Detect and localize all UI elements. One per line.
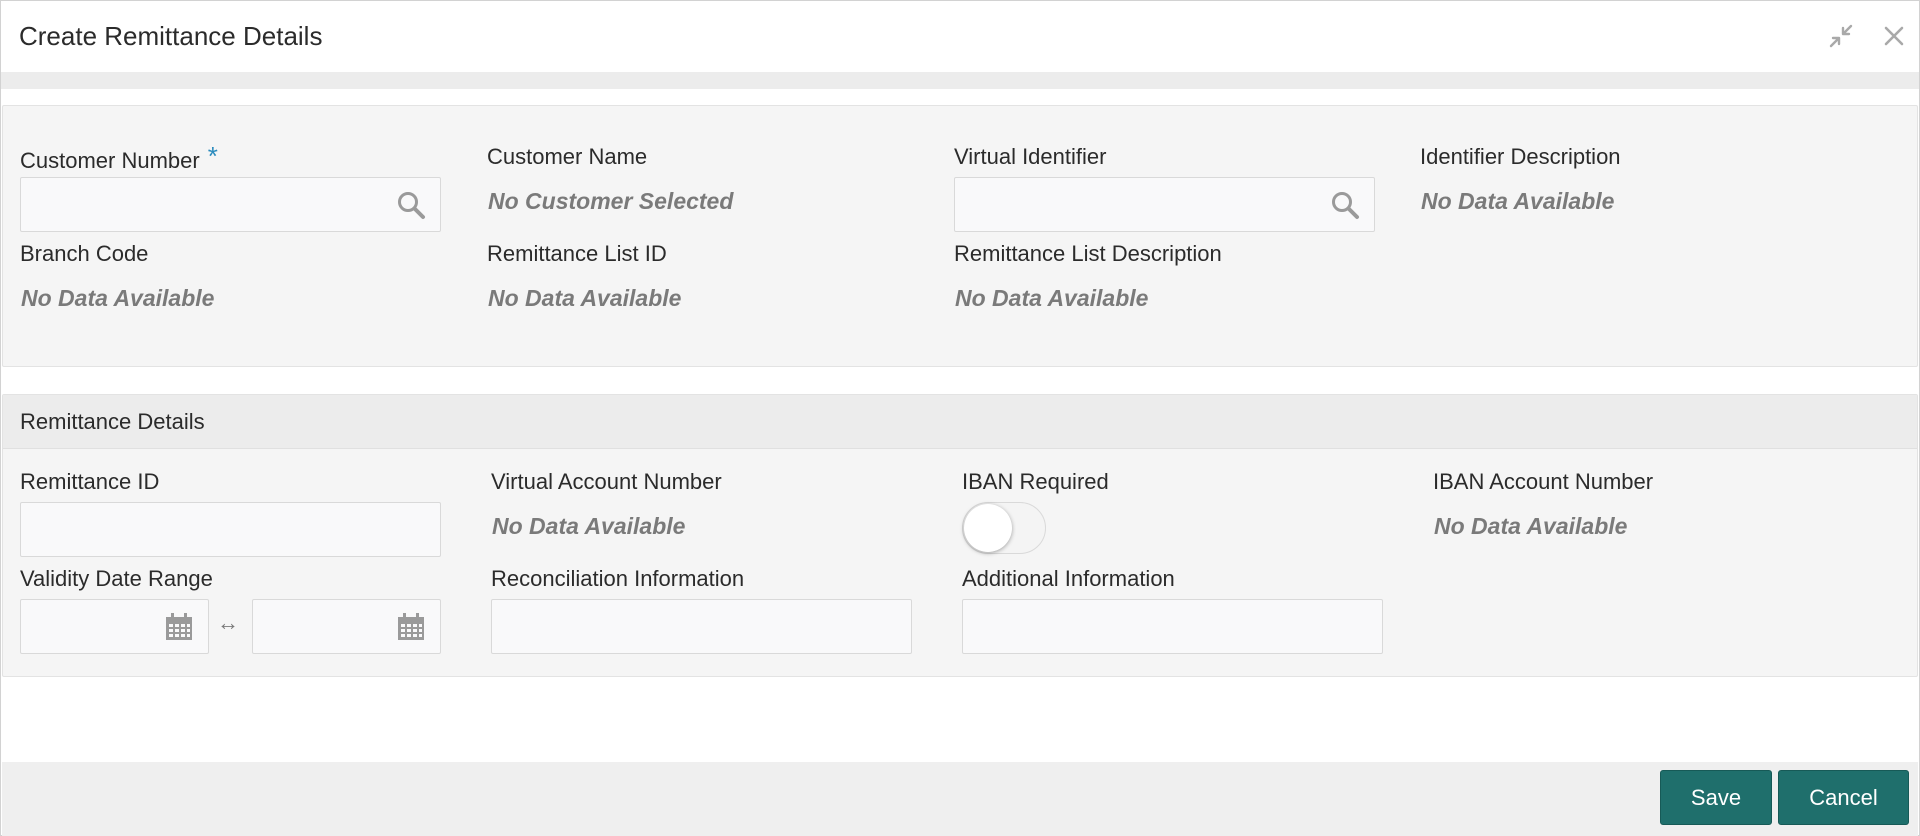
- branch-code-value: No Data Available: [21, 285, 215, 311]
- search-icon[interactable]: [396, 190, 426, 220]
- date-range-arrow-icon: ↔: [217, 610, 239, 635]
- customer-name-label: Customer Name: [487, 144, 648, 169]
- customer-number-label-text: Customer Number: [20, 148, 200, 173]
- iban-required-label: IBAN Required: [962, 469, 1109, 494]
- virtual-identifier-input[interactable]: [954, 177, 1375, 232]
- search-icon[interactable]: [1330, 190, 1360, 220]
- remittance-list-description-value: No Data Available: [955, 285, 1149, 311]
- header-separator: [1, 72, 1919, 89]
- section-header: Remittance Details: [3, 395, 1917, 449]
- remittance-list-id-label: Remittance List ID: [487, 241, 667, 266]
- calendar-icon[interactable]: [396, 612, 426, 642]
- identifier-description-label: Identifier Description: [1420, 144, 1621, 169]
- virtual-account-number-label: Virtual Account Number: [491, 469, 722, 494]
- validity-to-date-input[interactable]: [252, 599, 441, 654]
- customer-name-value: No Customer Selected: [488, 188, 734, 214]
- close-icon: [1884, 26, 1904, 46]
- iban-account-number-value: No Data Available: [1434, 513, 1628, 539]
- reconciliation-information-input[interactable]: [491, 599, 912, 654]
- close-button[interactable]: [1877, 19, 1911, 53]
- reconciliation-information-label: Reconciliation Information: [491, 566, 745, 591]
- validity-from-date-input[interactable]: [20, 599, 209, 654]
- virtual-account-number-value: No Data Available: [492, 513, 686, 539]
- customer-number-input[interactable]: [20, 177, 441, 232]
- minimize-icon: [1829, 24, 1853, 48]
- remittance-details-panel: Remittance Details Remittance ID Virtual…: [2, 394, 1918, 677]
- remittance-id-input[interactable]: [20, 502, 441, 557]
- validity-date-range-label: Validity Date Range: [20, 566, 213, 591]
- dialog-title: Create Remittance Details: [19, 21, 323, 51]
- required-mark: *: [207, 141, 218, 171]
- save-button[interactable]: Save: [1660, 770, 1772, 825]
- create-remittance-dialog: Create Remittance Details Customer Numbe…: [0, 0, 1920, 836]
- remittance-list-description-label: Remittance List Description: [954, 241, 1222, 266]
- remittance-id-label: Remittance ID: [20, 469, 160, 494]
- iban-account-number-label: IBAN Account Number: [1433, 469, 1654, 494]
- additional-information-input[interactable]: [962, 599, 1383, 654]
- branch-code-label: Branch Code: [20, 241, 149, 266]
- remittance-list-id-value: No Data Available: [488, 285, 682, 311]
- customer-number-label: Customer Number *: [20, 141, 218, 175]
- virtual-identifier-label: Virtual Identifier: [954, 144, 1107, 169]
- minimize-button[interactable]: [1824, 19, 1858, 53]
- additional-information-label: Additional Information: [962, 566, 1175, 591]
- toggle-knob: [964, 504, 1012, 552]
- customer-info-panel: Customer Number * Customer Name No Custom…: [2, 105, 1918, 367]
- iban-required-toggle[interactable]: [962, 502, 1046, 554]
- identifier-description-value: No Data Available: [1421, 188, 1615, 214]
- cancel-button[interactable]: Cancel: [1778, 770, 1909, 825]
- dialog-footer: Save Cancel: [2, 762, 1918, 836]
- dialog-header: Create Remittance Details: [1, 1, 1919, 72]
- section-title: Remittance Details: [20, 409, 205, 434]
- calendar-icon[interactable]: [164, 612, 194, 642]
